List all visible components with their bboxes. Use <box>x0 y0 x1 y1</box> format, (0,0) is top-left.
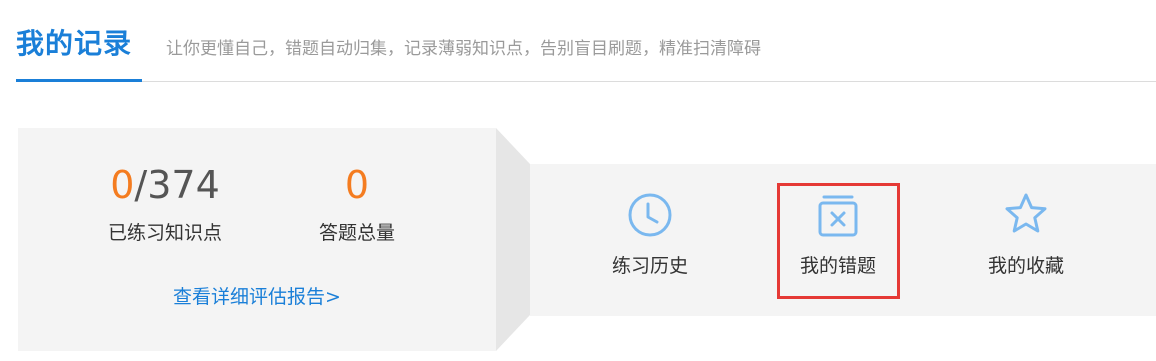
page-title: 我的记录 <box>16 27 133 60</box>
answered-stat: 0 答题总量 <box>292 166 422 245</box>
header-divider <box>16 81 1156 82</box>
practice-history-button[interactable]: 练习历史 <box>580 191 720 278</box>
highlight-annotation <box>777 183 900 299</box>
practiced-count-total: /374 <box>134 163 220 207</box>
practice-history-label: 练习历史 <box>611 255 688 277</box>
practiced-label: 已练习知识点 <box>107 222 222 244</box>
answered-count: 0 <box>292 166 422 204</box>
clock-icon <box>628 193 672 237</box>
title-underline <box>16 79 142 82</box>
my-favorites-button[interactable]: 我的收藏 <box>956 191 1096 278</box>
star-icon <box>1005 193 1047 233</box>
answered-count-value: 0 <box>344 163 370 207</box>
view-report-link[interactable]: 查看详细评估报告> <box>0 282 514 309</box>
page-subtitle: 让你更懂自己，错题自动归集，记录薄弱知识点，告别盲目刷题，精准扫清障碍 <box>166 39 761 59</box>
practiced-count-done: 0 <box>110 163 135 207</box>
practiced-stat: 0/374 已练习知识点 <box>80 166 250 245</box>
answered-label: 答题总量 <box>318 222 395 244</box>
practiced-count: 0/374 <box>80 166 250 204</box>
my-favorites-label: 我的收藏 <box>987 255 1064 277</box>
page-header: 我的记录 让你更懂自己，错题自动归集，记录薄弱知识点，告别盲目刷题，精准扫清障碍 <box>0 0 1156 84</box>
panel-arrow-connector <box>496 128 530 351</box>
